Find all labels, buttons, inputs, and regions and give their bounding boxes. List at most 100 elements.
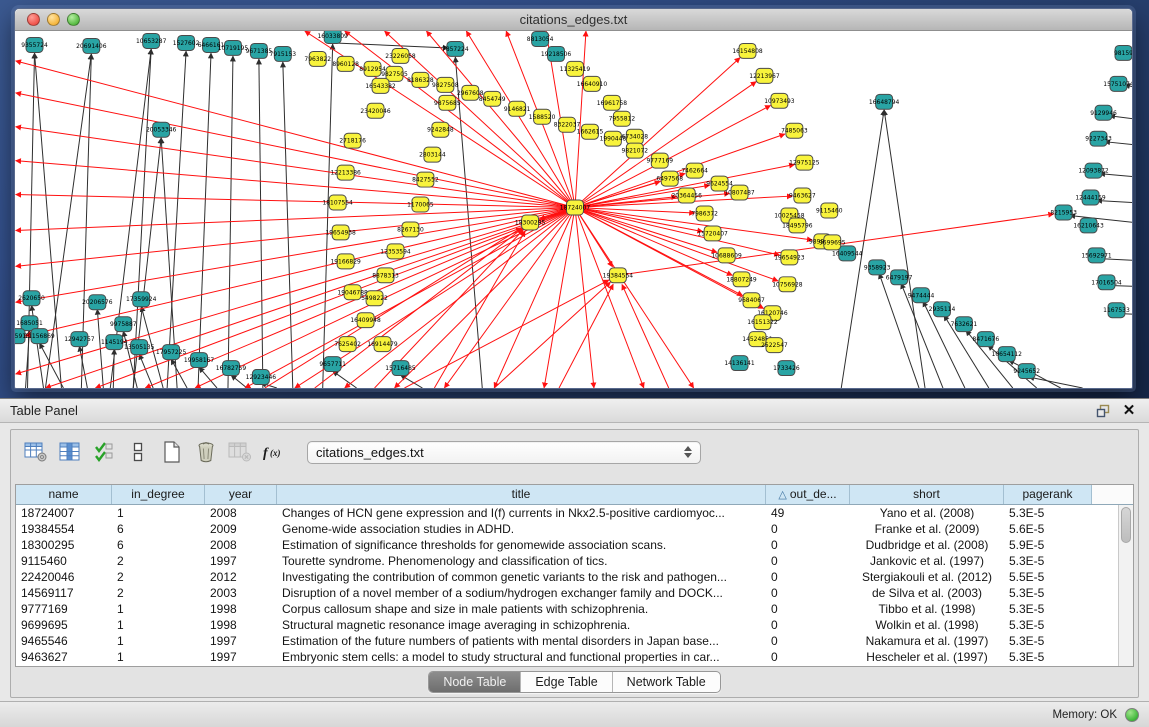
column-header-out_degree[interactable]: △out_de...: [766, 485, 850, 504]
graph-node[interactable]: 15692971: [1081, 248, 1112, 263]
graph-node[interactable]: 19218506: [541, 46, 572, 61]
table-row[interactable]: 977716911998Corpus callosum shape and si…: [16, 601, 1118, 617]
graph-node[interactable]: 17359924: [126, 292, 157, 307]
row-height-button[interactable]: [123, 438, 153, 466]
graph-node[interactable]: 17016504: [1091, 275, 1122, 290]
graph-node[interactable]: 16648794: [869, 94, 900, 109]
graph-node[interactable]: 19654923: [774, 250, 805, 265]
graph-node[interactable]: 2935114: [929, 302, 956, 317]
column-header-name[interactable]: name: [16, 485, 112, 504]
table-row[interactable]: 1830029562008Estimation of significance …: [16, 537, 1118, 553]
graph-node[interactable]: 12093872: [1078, 163, 1109, 178]
graph-node[interactable]: 7632621: [951, 317, 978, 332]
graph-node[interactable]: 19654938: [325, 225, 356, 240]
graph-node[interactable]: 9975887: [110, 317, 137, 332]
table-row[interactable]: 1872400712008Changes of HCN gene express…: [16, 505, 1118, 521]
graph-node[interactable]: 7986372: [691, 206, 718, 221]
graph-node[interactable]: 8878313: [372, 268, 399, 283]
graph-node[interactable]: 2620650: [18, 291, 45, 306]
zoom-window-button[interactable]: [67, 13, 80, 26]
tab-network-table[interactable]: Network Table: [613, 672, 720, 692]
graph-node[interactable]: 10756928: [772, 277, 803, 292]
graph-node[interactable]: 7625402: [334, 337, 361, 352]
graph-node[interactable]: 7963822: [304, 51, 331, 66]
graph-node[interactable]: 1733426: [773, 361, 800, 376]
select-rows-button[interactable]: [89, 438, 119, 466]
column-header-pagerank[interactable]: pagerank: [1004, 485, 1092, 504]
graph-node[interactable]: 9463627: [789, 188, 816, 203]
citation-network-graph[interactable]: 9355724206914061065328715276026466161107…: [15, 31, 1132, 388]
graph-node[interactable]: 9821072: [622, 143, 649, 158]
graph-node[interactable]: 19166829: [330, 254, 361, 269]
table-row[interactable]: 946554611997Estimation of the future num…: [16, 633, 1118, 649]
graph-node[interactable]: 8215953: [1050, 205, 1077, 220]
graph-node[interactable]: 18107554: [322, 195, 353, 210]
graph-node[interactable]: 23420046: [360, 103, 391, 118]
table-row[interactable]: 1456911722003Disruption of a novel membe…: [16, 585, 1118, 601]
graph-node[interactable]: 8186328: [407, 72, 434, 87]
graph-node[interactable]: 10653287: [136, 33, 167, 48]
graph-node[interactable]: 12923446: [246, 370, 277, 385]
network-view-window[interactable]: citations_edges.txt 93557242069140610653…: [14, 8, 1133, 389]
minimize-window-button[interactable]: [47, 13, 60, 26]
network-canvas[interactable]: 9355724206914061065328715276026466161107…: [15, 31, 1132, 388]
graph-node[interactable]: 16210643: [1073, 218, 1104, 233]
graph-node[interactable]: 16033809: [317, 31, 348, 43]
graph-node[interactable]: 16782759: [216, 361, 247, 376]
graph-node[interactable]: 8813054: [527, 31, 554, 46]
float-panel-button[interactable]: [1093, 402, 1113, 420]
import-table-button-disabled[interactable]: [225, 438, 255, 466]
graph-node[interactable]: 6479197: [886, 270, 913, 285]
close-panel-button[interactable]: ✕: [1119, 402, 1139, 420]
table-scrollbar[interactable]: [1118, 505, 1133, 666]
graph-node[interactable]: 11325419: [560, 61, 591, 76]
graph-node[interactable]: 16409948: [350, 313, 381, 328]
graph-node[interactable]: 9827508: [432, 77, 459, 92]
graph-node[interactable]: 14136141: [724, 356, 755, 371]
table-selector-dropdown[interactable]: citations_edges.txt: [307, 441, 701, 464]
graph-node[interactable]: 9245652: [1013, 364, 1040, 379]
graph-node[interactable]: 18807249: [726, 272, 757, 287]
column-header-short[interactable]: short: [850, 485, 1004, 504]
scrollbar-thumb[interactable]: [1121, 507, 1131, 543]
function-builder-button[interactable]: f (x): [259, 438, 289, 466]
close-window-button[interactable]: [27, 13, 40, 26]
graph-node[interactable]: 9355724: [21, 37, 48, 52]
graph-node[interactable]: 9227343: [1085, 131, 1112, 146]
table-row[interactable]: 969969511998Structural magnetic resonanc…: [16, 617, 1118, 633]
graph-node[interactable]: 1167533: [1103, 303, 1130, 318]
graph-node[interactable]: 16961758: [597, 95, 628, 110]
graph-node[interactable]: 1527602: [173, 35, 200, 50]
table-row[interactable]: 2242004622012Investigating the contribut…: [16, 569, 1118, 585]
table-row[interactable]: 1938455462009Genome-wide association stu…: [16, 521, 1118, 537]
column-header-title[interactable]: title: [277, 485, 766, 504]
graph-node[interactable]: 9115460: [816, 203, 843, 218]
graph-node[interactable]: 12213386: [330, 165, 361, 180]
graph-node[interactable]: 20691406: [76, 38, 107, 53]
graph-node[interactable]: 10688609: [711, 248, 742, 263]
graph-node[interactable]: 16154808: [732, 43, 763, 58]
column-header-year[interactable]: year: [205, 485, 277, 504]
graph-node[interactable]: 8960128: [332, 56, 359, 71]
graph-node[interactable]: 10654112: [992, 347, 1023, 362]
show-columns-button[interactable]: [55, 438, 85, 466]
graph-node[interactable]: 15751074: [1103, 76, 1132, 91]
table-row[interactable]: 911546021997Tourette syndrome. Phenomeno…: [16, 553, 1118, 569]
create-table-button[interactable]: [157, 438, 187, 466]
graph-node[interactable]: 12942757: [64, 332, 95, 347]
graph-node[interactable]: 9129946: [1090, 105, 1117, 120]
graph-node[interactable]: 7955812: [609, 111, 636, 126]
graph-node[interactable]: 7485063: [781, 123, 808, 138]
graph-node[interactable]: 19958167: [184, 353, 215, 368]
graph-node[interactable]: 2803144: [419, 147, 446, 162]
graph-node[interactable]: 12353594: [380, 244, 411, 259]
graph-node[interactable]: 6497568: [656, 171, 683, 186]
graph-node[interactable]: 7915153: [270, 46, 297, 61]
graph-node[interactable]: 2718176: [339, 133, 366, 148]
graph-node[interactable]: 1588520: [529, 109, 556, 124]
graph-node[interactable]: 23226058: [385, 48, 416, 63]
graph-node[interactable]: 17957225: [156, 345, 187, 360]
graph-node[interactable]: 12444159: [1075, 190, 1106, 205]
table-row[interactable]: 946362711997Embryonic stem cells: a mode…: [16, 649, 1118, 665]
graph-node[interactable]: 12213967: [749, 68, 780, 83]
